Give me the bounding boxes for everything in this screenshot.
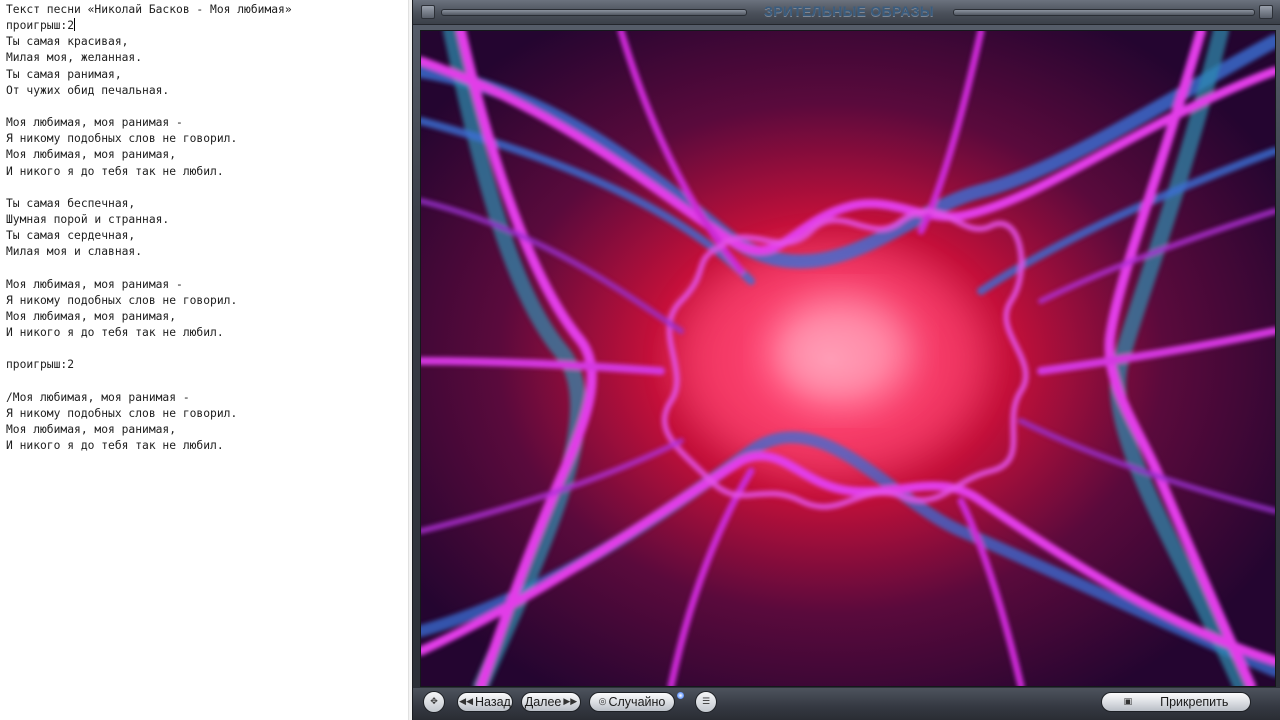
next-arrows-icon: ▶▶ [563,697,578,707]
visualization-controls: ✥ ◀◀ Назад Далее ▶▶ ◎ Случайно ☰ ▣ Прикр… [413,688,1280,720]
lyrics-line: Ты самая сердечная, [6,229,136,243]
lyrics-line: Моя любимая, моя ранимая, [6,423,177,437]
random-indicator [677,692,684,699]
lyrics-line: И никого я до тебя так не любил. [6,164,224,178]
title-rail-right [953,9,1255,16]
text-caret [74,18,76,32]
visualization-art [421,31,1275,686]
back-button-label: Назад [475,695,511,709]
lyrics-line: И никого я до тебя так не любил. [6,439,224,453]
attach-button[interactable]: ▣ Прикрепить [1101,692,1251,712]
window-title: ЗРИТЕЛЬНЫЕ ОБРАЗЫ [764,3,934,19]
lyrics-line: Я никому подобных слов не говорил. [6,132,238,146]
random-button[interactable]: ◎ Случайно [589,692,675,712]
lyrics-line: Шумная порой и странная. [6,213,170,227]
lyrics-line: Ты самая красивая, [6,35,129,49]
lyrics-line: проигрыш:2 [6,358,75,372]
title-bar[interactable]: ЗРИТЕЛЬНЫЕ ОБРАЗЫ [413,0,1280,25]
lyrics-line: Моя любимая, моя ранимая - [6,116,183,130]
lyrics-text[interactable]: Текст песни «Николай Басков - Моя любима… [0,0,411,454]
minimize-icon[interactable] [421,5,435,19]
lyrics-line: Ты самая ранимая, [6,67,122,81]
lyrics-line: Я никому подобных слов не говорил. [6,406,238,420]
next-button[interactable]: Далее ▶▶ [521,692,581,712]
lyrics-line: Милая моя и славная. [6,245,143,259]
lyrics-line: Моя любимая, моя ранимая - [6,277,183,291]
lyrics-line: Милая моя, желанная. [6,51,143,65]
lyrics-line: Ты самая беспечная, [6,196,136,210]
lyrics-line: От чужих обид печальная. [6,83,170,97]
lyrics-line: Я никому подобных слов не говорил. [6,293,238,307]
lyrics-line: /Моя любимая, моя ранимая - [6,390,190,404]
back-arrows-icon: ◀◀ [459,697,473,707]
random-button-label: Случайно [608,695,666,709]
lyrics-line: И никого я до тебя так не любил. [6,326,224,340]
close-icon[interactable] [1259,5,1273,19]
attach-button-label: Прикрепить [1160,695,1229,709]
lyrics-line: Моя любимая, моя ранимая, [6,309,177,323]
next-button-label: Далее [524,695,562,709]
title-rail-left [441,9,747,16]
attach-icon: ▣ [1123,697,1133,707]
visualization-window: ЗРИТЕЛЬНЫЕ ОБРАЗЫ ✥ ◀◀ Назад Далее ▶▶ ◎ … [412,0,1280,720]
list-menu-icon[interactable]: ☰ [695,691,717,713]
lyrics-line: Текст песни «Николай Басков - Моя любима… [6,3,292,16]
lyrics-line: Моя любимая, моя ранимая, [6,148,177,162]
random-icon: ◎ [598,697,607,707]
text-editor[interactable]: Текст песни «Николай Басков - Моя любима… [0,0,411,720]
move-icon[interactable]: ✥ [423,691,445,713]
visualization-canvas[interactable] [420,30,1276,687]
lyrics-line: проигрыш:2 [6,19,75,33]
back-button[interactable]: ◀◀ Назад [457,692,513,712]
